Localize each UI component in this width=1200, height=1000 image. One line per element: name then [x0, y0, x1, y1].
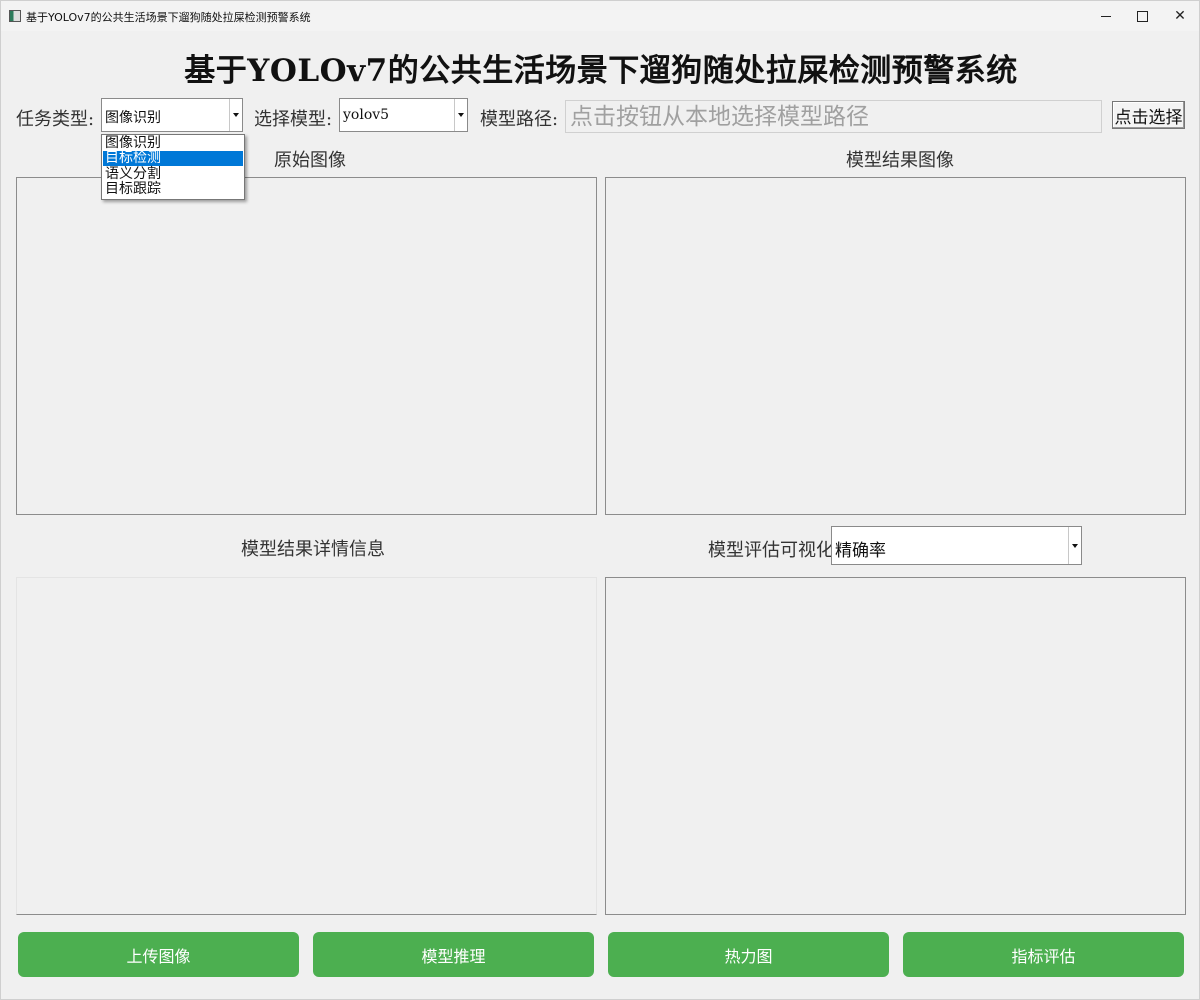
task-type-dropdown-arrow[interactable]	[229, 99, 242, 131]
evaluation-metric-select[interactable]: 精确率	[831, 526, 1082, 565]
model-dropdown-arrow[interactable]	[454, 99, 467, 131]
maximize-icon	[1136, 10, 1148, 22]
minimize-icon	[1101, 15, 1111, 17]
task-option-image-recognition[interactable]: 图像识别	[103, 136, 243, 151]
evaluation-metric-value: 精确率	[835, 541, 886, 561]
app-window: 基于YOLOv7的公共生活场景下遛狗随处拉屎检测预警系统 ✕ 基于YOLOv7的…	[0, 0, 1200, 1000]
task-type-select[interactable]: 图像识别	[101, 98, 243, 132]
model-select-label: 选择模型:	[254, 109, 333, 130]
task-type-value: 图像识别	[105, 110, 161, 126]
chevron-down-icon	[233, 113, 239, 117]
select-model-button[interactable]: 点击选择	[1112, 101, 1185, 129]
task-type-label: 任务类型:	[16, 109, 95, 130]
model-path-label: 模型路径:	[480, 109, 559, 130]
task-option-object-tracking[interactable]: 目标跟踪	[103, 182, 243, 197]
original-image-panel	[16, 177, 597, 515]
title-bar: 基于YOLOv7的公共生活场景下遛狗随处拉屎检测预警系统 ✕	[1, 1, 1199, 31]
close-icon: ✕	[1174, 8, 1186, 24]
result-image-panel	[605, 177, 1186, 515]
page-title: 基于YOLOv7的公共生活场景下遛狗随处拉屎检测预警系统	[184, 53, 1018, 89]
heatmap-button[interactable]: 热力图	[608, 932, 889, 977]
result-details-panel	[16, 577, 597, 915]
model-select[interactable]: yolov5	[339, 98, 468, 132]
task-type-dropdown-list: 图像识别 目标检测 语义分割 目标跟踪	[101, 134, 245, 200]
model-value: yolov5	[343, 107, 390, 123]
task-option-semantic-segmentation[interactable]: 语义分割	[103, 167, 243, 182]
model-path-input[interactable]	[565, 100, 1102, 133]
task-option-object-detection[interactable]: 目标检测	[103, 151, 243, 166]
metric-dropdown-arrow[interactable]	[1068, 527, 1081, 564]
evaluation-label: 模型评估可视化	[708, 540, 834, 561]
evaluation-panel	[605, 577, 1186, 915]
metrics-evaluation-button[interactable]: 指标评估	[903, 932, 1184, 977]
app-icon	[9, 10, 21, 22]
original-image-label: 原始图像	[274, 150, 346, 171]
chevron-down-icon	[1072, 543, 1078, 548]
result-details-label: 模型结果详情信息	[241, 539, 385, 560]
result-image-label: 模型结果图像	[846, 150, 954, 171]
chevron-down-icon	[458, 113, 464, 117]
upload-image-button[interactable]: 上传图像	[18, 932, 299, 977]
close-button[interactable]: ✕	[1157, 1, 1200, 31]
window-title: 基于YOLOv7的公共生活场景下遛狗随处拉屎检测预警系统	[26, 11, 311, 24]
model-inference-button[interactable]: 模型推理	[313, 932, 594, 977]
